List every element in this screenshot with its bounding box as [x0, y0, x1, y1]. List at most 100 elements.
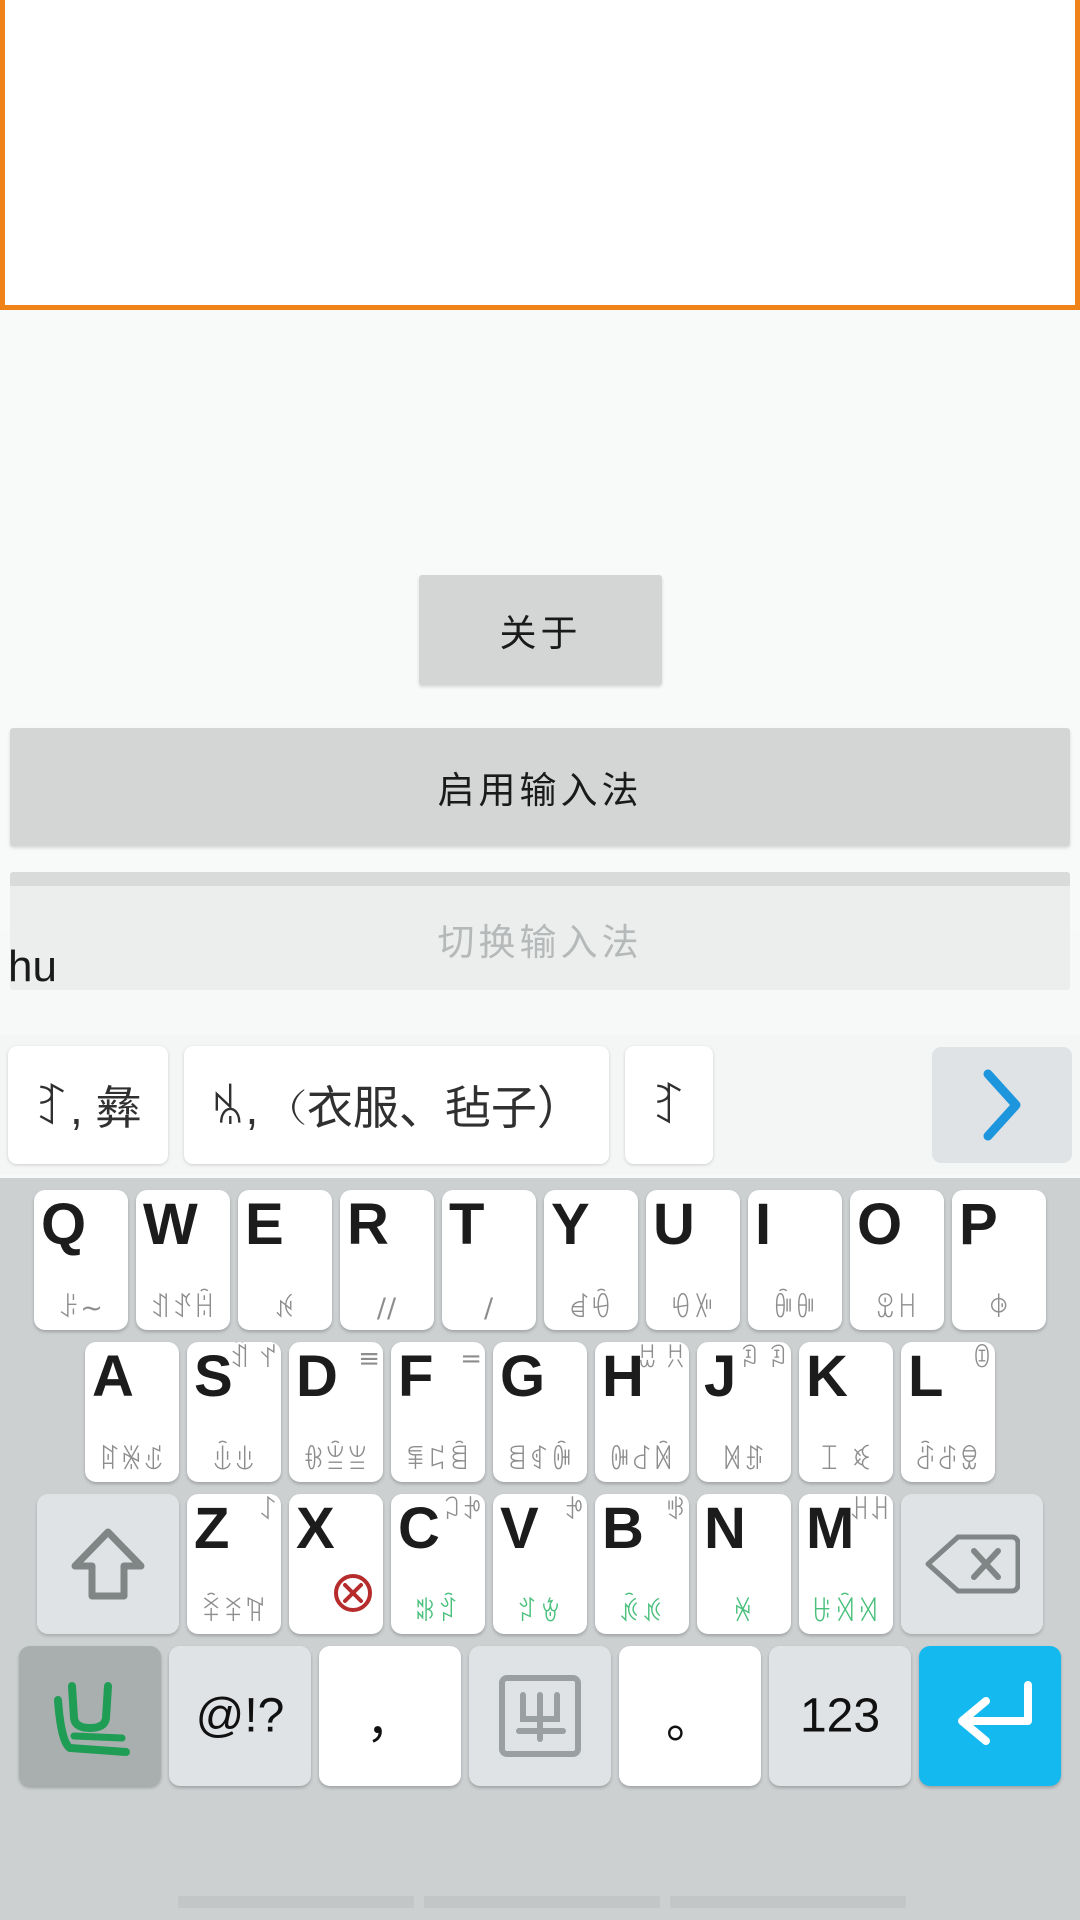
key-label: M: [806, 1496, 855, 1561]
composing-text: hu: [8, 942, 57, 991]
key-label: @!?: [195, 1689, 285, 1743]
key-h[interactable]: H ꀠ ꀡ ꁏꁐꁑ: [595, 1342, 689, 1482]
key-top-glyphs: ꃂ: [563, 1496, 584, 1526]
key-g[interactable]: G ꁌꁍꁎ: [493, 1342, 587, 1482]
nav-back-hint[interactable]: [178, 1896, 414, 1908]
candidate-item[interactable]: ꆈ: [624, 1046, 713, 1164]
key-label: D: [296, 1344, 338, 1409]
candidate-item[interactable]: ꆈ, 彝: [8, 1046, 168, 1164]
key-sub-glyphs: ꄀꄁ: [414, 1597, 462, 1628]
key-top-glyphs: ꀢ ꀣ: [739, 1344, 788, 1374]
key-x[interactable]: X: [289, 1494, 383, 1634]
key-label: K: [806, 1344, 848, 1409]
key-label: V: [500, 1496, 539, 1561]
about-button[interactable]: 关于: [419, 575, 662, 685]
key-sub-glyphs: ꀸꀹ: [568, 1293, 614, 1324]
virtual-keyboard: Q ꌠ~ W ꀊꀋꀌ E ꉌ R // T / Y ꀸꀹ U ꀺꀻ I ꀼꀽ O…: [0, 1178, 1080, 1868]
candidate-expand-button[interactable]: [932, 1047, 1072, 1163]
key-n[interactable]: N ꄆ: [697, 1494, 791, 1634]
key-q[interactable]: Q ꌠ~: [34, 1190, 128, 1330]
ime-settings-panel: 关于 启用输入法 切换输入法: [0, 310, 1080, 990]
key-label: X: [296, 1496, 335, 1561]
switch-ime-button[interactable]: 切换输入法: [10, 872, 1070, 990]
key-label: Y: [551, 1192, 590, 1257]
key-b[interactable]: B ꃃ ꄄꄅ: [595, 1494, 689, 1634]
key-k[interactable]: K ꀤ ꀥ: [799, 1342, 893, 1482]
key-sub-glyphs: ꄄꄅ: [618, 1597, 666, 1628]
key-r[interactable]: R //: [340, 1190, 434, 1330]
backspace-key[interactable]: [901, 1494, 1043, 1634]
text-input-field[interactable]: [0, 0, 1080, 310]
screen-root: 关于 启用输入法 切换输入法 hu ꆈ, 彝 ꁱ, （衣服、毡子） ꆈ Q ꌠ~…: [0, 0, 1080, 1920]
nav-recents-hint[interactable]: [670, 1896, 906, 1908]
key-sub-glyphs: ꄂꄃ: [516, 1597, 564, 1628]
key-s[interactable]: S ꀉ ꀈ ꍒꍓ: [187, 1342, 281, 1482]
key-z[interactable]: Z ꋍ ꋎꋏꋐ: [187, 1494, 281, 1634]
key-top-glyphs: ꀦ: [971, 1344, 992, 1374]
period-key[interactable]: 。: [619, 1646, 761, 1786]
enter-icon: [919, 1646, 1061, 1786]
key-sub-glyphs: /: [483, 1293, 495, 1324]
system-navigation-bar: [0, 1868, 1080, 1920]
key-label: C: [398, 1496, 440, 1561]
key-w[interactable]: W ꀊꀋꀌ: [136, 1190, 230, 1330]
key-a[interactable]: A ꍏꍐꍑ: [85, 1342, 179, 1482]
key-j[interactable]: J ꀢ ꀣ ꁒꁓ: [697, 1342, 791, 1482]
keyboard-row-1: Q ꌠ~ W ꀊꀋꀌ E ꉌ R // T / Y ꀸꀹ U ꀺꀻ I ꀼꀽ O…: [0, 1190, 1080, 1342]
numbers-key[interactable]: 123: [769, 1646, 911, 1786]
key-sub-glyphs: ꍒꍓ: [211, 1445, 257, 1476]
key-sub-glyphs: ꁏꁐꁑ: [608, 1445, 676, 1476]
key-label: 。: [665, 1695, 714, 1748]
candidate-item[interactable]: ꁱ, （衣服、毡子）: [183, 1046, 609, 1164]
key-m[interactable]: M ꃄꃅ ꄇꄈꄉ: [799, 1494, 893, 1634]
key-t[interactable]: T /: [442, 1190, 536, 1330]
key-sub-glyphs: ꂈ: [987, 1293, 1011, 1324]
key-label: N: [704, 1496, 746, 1561]
key-v[interactable]: V ꃂ ꄂꄃ: [493, 1494, 587, 1634]
key-label: 123: [799, 1689, 881, 1743]
key-label: G: [500, 1344, 546, 1409]
key-sub-glyphs: ꀺꀻ: [670, 1293, 716, 1324]
key-i[interactable]: I ꀼꀽ: [748, 1190, 842, 1330]
delete-circle-icon: [331, 1571, 375, 1618]
key-d[interactable]: D ≡ ꁆꁇꁈ: [289, 1342, 383, 1482]
key-l[interactable]: L ꀦ ꁔꁕꁖ: [901, 1342, 995, 1482]
key-label: B: [602, 1496, 644, 1561]
key-label: P: [959, 1192, 998, 1257]
keyboard-row-3: Z ꋍ ꋎꋏꋐ X C ꃀꃁ ꄀꄁ V ꃂ ꄂꄃ B ꃃ ꄄꄅ N ꄆ M ꃄꃅ…: [0, 1494, 1080, 1646]
key-label: F: [398, 1344, 434, 1409]
key-p[interactable]: P ꂈ: [952, 1190, 1046, 1330]
key-u[interactable]: U ꀺꀻ: [646, 1190, 740, 1330]
yi-mode-key[interactable]: [469, 1646, 611, 1786]
language-switch-key[interactable]: [19, 1646, 161, 1786]
key-sub-glyphs: ꁉꁊꁋ: [404, 1445, 472, 1476]
key-label: E: [245, 1192, 284, 1257]
comma-key[interactable]: ，: [319, 1646, 461, 1786]
key-top-glyphs: ꃃ: [665, 1496, 686, 1526]
key-label: T: [449, 1192, 485, 1257]
key-sub-glyphs: ꁌꁍꁎ: [506, 1445, 574, 1476]
key-label: J: [704, 1344, 737, 1409]
key-e[interactable]: E ꉌ: [238, 1190, 332, 1330]
shift-key[interactable]: [37, 1494, 179, 1634]
key-top-glyphs: =: [460, 1344, 482, 1374]
key-sub-glyphs: ꋎꋏꋐ: [200, 1597, 268, 1628]
symbols-key[interactable]: @!?: [169, 1646, 311, 1786]
enable-ime-button[interactable]: 启用输入法: [10, 728, 1070, 846]
enter-key[interactable]: [919, 1646, 1061, 1786]
key-c[interactable]: C ꃀꃁ ꄀꄁ: [391, 1494, 485, 1634]
key-label: A: [92, 1344, 134, 1409]
key-f[interactable]: F = ꁉꁊꁋ: [391, 1342, 485, 1482]
key-label: Q: [41, 1192, 87, 1257]
key-label: Z: [194, 1496, 230, 1561]
key-sub-glyphs: ꁔꁕꁖ: [914, 1445, 982, 1476]
key-y[interactable]: Y ꀸꀹ: [544, 1190, 638, 1330]
key-top-glyphs: ꀠ ꀡ: [637, 1344, 686, 1374]
shift-icon: [37, 1494, 179, 1634]
key-sub-glyphs: ꍏꍐꍑ: [98, 1445, 166, 1476]
key-o[interactable]: O ꀾꀿ: [850, 1190, 944, 1330]
key-sub-glyphs: ꀼꀽ: [772, 1293, 818, 1324]
key-label: I: [755, 1192, 772, 1257]
lang-switch-icon: [19, 1646, 161, 1786]
nav-home-hint[interactable]: [424, 1896, 660, 1908]
